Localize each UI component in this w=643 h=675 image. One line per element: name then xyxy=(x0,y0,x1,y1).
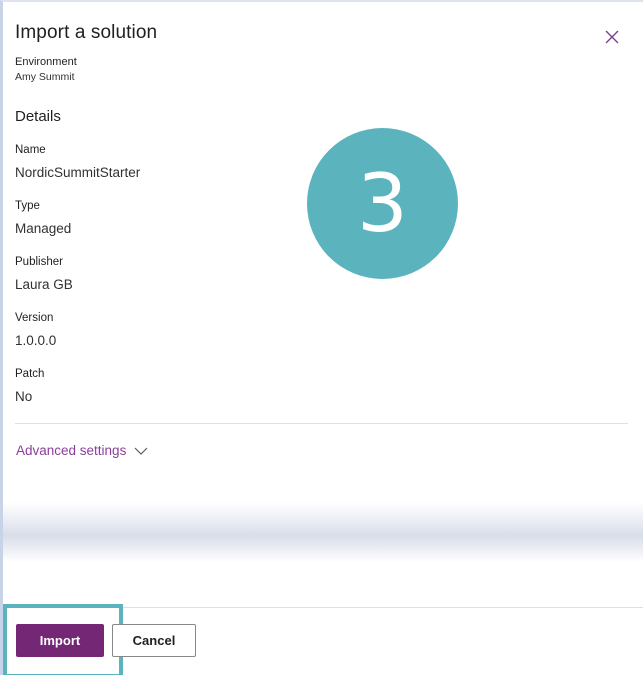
patch-label: Patch xyxy=(15,368,45,380)
publisher-value: Laura GB xyxy=(15,277,73,292)
name-value: NordicSummitStarter xyxy=(15,165,141,180)
version-value: 1.0.0.0 xyxy=(15,333,57,348)
advanced-settings-toggle[interactable]: Advanced settings xyxy=(16,443,148,458)
import-button[interactable]: Import xyxy=(16,624,104,657)
advanced-settings-label: Advanced settings xyxy=(16,443,127,458)
type-value: Managed xyxy=(15,221,72,236)
type-label: Type xyxy=(15,200,40,212)
import-solution-panel: Import a solution Environment Amy Summit… xyxy=(0,0,643,675)
patch-value: No xyxy=(15,389,33,404)
name-label: Name xyxy=(15,144,46,156)
close-icon xyxy=(605,30,619,44)
dialog-title: Import a solution xyxy=(15,22,158,43)
close-button[interactable] xyxy=(601,26,623,48)
version-label: Version xyxy=(15,312,54,324)
details-heading: Details xyxy=(15,108,61,125)
step-badge: 3 xyxy=(307,128,458,279)
cancel-button[interactable]: Cancel xyxy=(112,624,196,657)
environment-value: Amy Summit xyxy=(15,71,75,83)
section-divider xyxy=(15,423,628,424)
panel-body: Import a solution Environment Amy Summit… xyxy=(3,2,643,675)
scroll-shadow xyxy=(3,502,643,562)
publisher-label: Publisher xyxy=(15,256,63,268)
chevron-down-icon xyxy=(134,447,148,455)
environment-label: Environment xyxy=(15,56,77,68)
